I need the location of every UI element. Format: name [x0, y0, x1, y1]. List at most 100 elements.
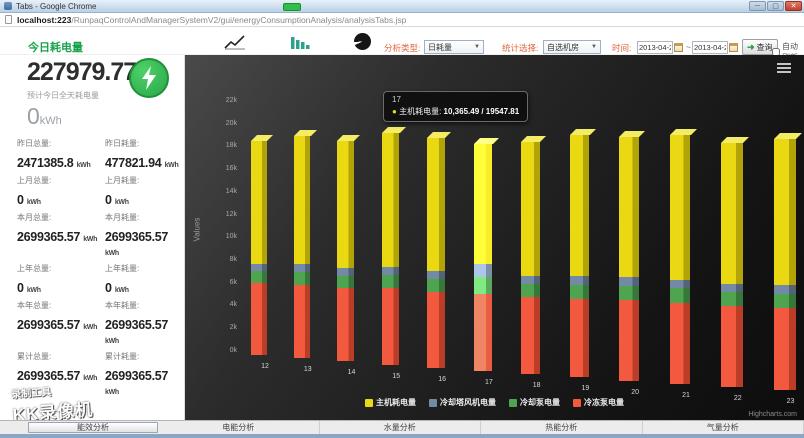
bar-top-face [619, 131, 646, 138]
bar-segment[interactable] [521, 142, 541, 276]
bar-segment[interactable] [427, 292, 446, 368]
analysis-type-select[interactable]: 日耗量 ▼ [424, 40, 484, 54]
bar-segment[interactable] [669, 279, 691, 289]
bar-segment[interactable] [721, 143, 743, 284]
bar-segment[interactable] [293, 272, 311, 285]
bar-segment[interactable] [721, 283, 743, 293]
legend-item[interactable]: 主机耗电量 [365, 397, 416, 408]
stat-unit: kWh [26, 199, 41, 206]
browser-titlebar: Tabs - Google Chrome ─ ▢ ✕ [0, 0, 804, 13]
tab-2[interactable]: 电能分析 [158, 421, 320, 434]
address-bar[interactable]: localhost:223/RunpaqControlAndManagerSys… [0, 13, 804, 27]
bar-segment[interactable] [293, 284, 311, 359]
bar-top-face [381, 126, 406, 133]
estimate-unit: kWh [39, 115, 62, 127]
date-to-input[interactable] [692, 40, 728, 54]
bar-segment[interactable] [251, 271, 267, 284]
line-chart-icon[interactable] [222, 31, 248, 52]
tab-4[interactable]: 热能分析 [481, 421, 643, 434]
bar-segment[interactable] [669, 288, 691, 303]
maximize-button[interactable]: ▢ [767, 1, 784, 11]
bar-segment[interactable] [569, 284, 590, 299]
stacked-bar[interactable] [251, 140, 267, 356]
x-axis-label: 15 [392, 372, 401, 380]
tab-5[interactable]: 气量分析 [643, 421, 804, 434]
bar-segment[interactable] [619, 277, 640, 287]
tooltip-value: 10,365.49 / 19547.81 [443, 107, 520, 116]
bar-segment[interactable] [669, 302, 691, 384]
stacked-bar[interactable] [293, 136, 311, 359]
tab-1[interactable]: 能效分析 [28, 422, 158, 433]
bar-segment[interactable] [427, 279, 446, 293]
minimize-button[interactable]: ─ [749, 1, 766, 11]
stat-value: 2699365.57 kWh [105, 230, 169, 257]
bar-segment[interactable] [251, 140, 267, 264]
tab-3[interactable]: 水量分析 [320, 421, 481, 434]
stat-value: 2699365.57 kWh [17, 318, 98, 332]
bar-segment[interactable] [381, 266, 400, 276]
bar-segment[interactable] [619, 300, 640, 381]
y-axis-tick: 14k [225, 187, 237, 195]
bar-segment[interactable] [773, 307, 796, 391]
stacked-bar[interactable] [773, 139, 796, 391]
stacked-bar[interactable] [569, 135, 590, 378]
bar-segment[interactable] [721, 306, 743, 387]
bar-segment[interactable] [427, 137, 446, 272]
bar-segment[interactable] [381, 275, 400, 289]
stacked-bar[interactable] [521, 142, 541, 375]
bar-segment[interactable] [521, 275, 541, 285]
bar-segment[interactable] [569, 135, 590, 277]
bar-chart-icon[interactable] [287, 31, 313, 52]
stacked-bar[interactable] [337, 140, 355, 362]
y-axis-tick: 0k [229, 346, 237, 354]
stacked-bar[interactable] [669, 134, 691, 384]
close-button[interactable]: ✕ [785, 1, 802, 11]
stacked-bar[interactable] [619, 137, 640, 381]
legend-item[interactable]: 冷却塔风机电量 [429, 397, 496, 408]
page-icon [5, 15, 12, 24]
stacked-bar[interactable] [721, 143, 743, 387]
calendar-icon[interactable] [729, 42, 738, 52]
bar-segment[interactable] [619, 137, 640, 278]
bar-segment[interactable] [473, 277, 493, 295]
bar-segment[interactable] [337, 140, 355, 268]
bar-segment[interactable] [381, 132, 400, 267]
bar-segment[interactable] [337, 288, 355, 362]
x-axis-label: 19 [581, 385, 590, 393]
bar-segment[interactable] [473, 264, 493, 278]
bar-segment[interactable] [251, 263, 267, 272]
pie-chart-icon[interactable] [349, 31, 375, 52]
bar-segment[interactable] [773, 139, 796, 285]
bar-segment[interactable] [521, 297, 541, 375]
bar-segment[interactable] [473, 294, 493, 371]
bar-segment[interactable] [569, 276, 590, 285]
bar-segment[interactable] [569, 298, 590, 378]
bar-segment[interactable] [721, 292, 743, 307]
stacked-bar[interactable] [427, 137, 446, 368]
calendar-icon[interactable] [674, 42, 683, 52]
chart-menu-icon[interactable] [777, 63, 791, 75]
stacked-bar[interactable] [381, 132, 400, 365]
stat-select[interactable]: 自选机房 ▼ [543, 40, 601, 54]
stacked-bar[interactable] [473, 144, 493, 371]
bar-segment[interactable] [473, 144, 493, 265]
bar-segment[interactable] [619, 286, 640, 301]
bar-segment[interactable] [427, 271, 446, 280]
legend-item[interactable]: 冷冻泵电量 [573, 397, 624, 408]
stat-label: 本年耗量: [105, 301, 140, 310]
bar-segment[interactable] [521, 284, 541, 298]
bar-segment[interactable] [293, 264, 311, 272]
legend-item[interactable]: 冷却泵电量 [509, 397, 560, 408]
bar-segment[interactable] [293, 136, 311, 264]
bar-segment[interactable] [337, 275, 355, 289]
query-button-label: 查询 [756, 42, 773, 52]
bar-segment[interactable] [337, 267, 355, 276]
bar-segment[interactable] [251, 283, 267, 355]
highcharts-credits[interactable]: Highcharts.com [748, 411, 797, 418]
bar-segment[interactable] [381, 288, 400, 365]
bar-top-face [473, 138, 499, 145]
bar-segment[interactable] [773, 293, 796, 308]
bar-segment[interactable] [773, 284, 796, 294]
date-from-input[interactable] [637, 40, 673, 54]
bar-segment[interactable] [669, 134, 691, 280]
